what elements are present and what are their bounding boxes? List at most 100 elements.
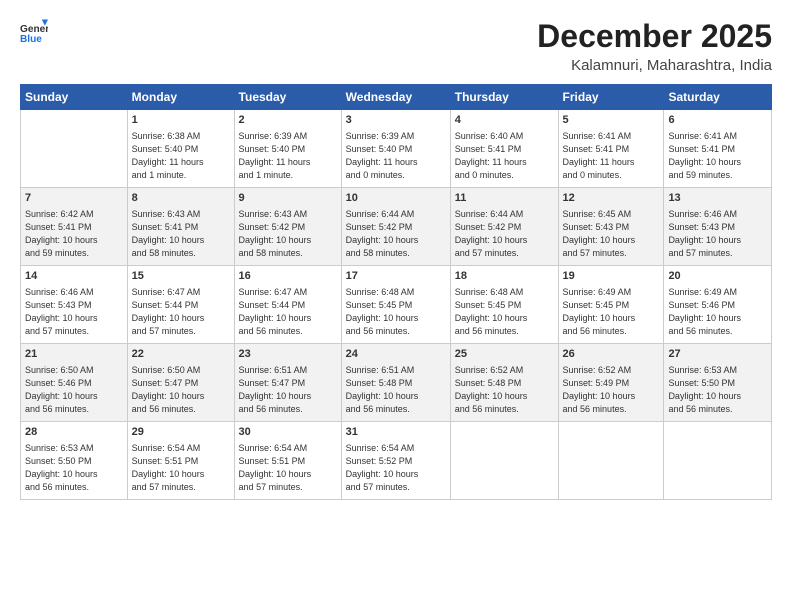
day-number: 5: [563, 113, 660, 129]
day-info-line: and 56 minutes.: [25, 481, 123, 494]
day-info-line: Sunset: 5:43 PM: [563, 221, 660, 234]
day-info-line: and 58 minutes.: [346, 247, 446, 260]
day-info-line: Sunrise: 6:39 AM: [346, 130, 446, 143]
day-info-line: Sunset: 5:40 PM: [239, 143, 337, 156]
day-info-line: Sunrise: 6:51 AM: [239, 364, 337, 377]
day-info-line: Daylight: 10 hours: [239, 390, 337, 403]
day-info-line: Sunset: 5:52 PM: [346, 455, 446, 468]
day-info-line: Sunset: 5:41 PM: [563, 143, 660, 156]
day-info-line: Sunrise: 6:43 AM: [239, 208, 337, 221]
calendar-cell: 2Sunrise: 6:39 AMSunset: 5:40 PMDaylight…: [234, 110, 341, 188]
day-number: 18: [455, 269, 554, 285]
day-info-line: Daylight: 11 hours: [563, 156, 660, 169]
day-info-line: Daylight: 10 hours: [132, 468, 230, 481]
day-info-line: Sunrise: 6:44 AM: [346, 208, 446, 221]
day-header-sunday: Sunday: [21, 85, 128, 110]
day-info-line: Sunset: 5:41 PM: [668, 143, 767, 156]
day-info-line: and 57 minutes.: [132, 481, 230, 494]
day-info-line: Sunrise: 6:44 AM: [455, 208, 554, 221]
calendar-cell: 15Sunrise: 6:47 AMSunset: 5:44 PMDayligh…: [127, 266, 234, 344]
day-info-line: Sunset: 5:40 PM: [132, 143, 230, 156]
title-block: December 2025 Kalamnuri, Maharashtra, In…: [537, 18, 772, 74]
day-info-line: Sunrise: 6:47 AM: [239, 286, 337, 299]
calendar-week-row: 1Sunrise: 6:38 AMSunset: 5:40 PMDaylight…: [21, 110, 772, 188]
day-info-line: Sunrise: 6:53 AM: [668, 364, 767, 377]
calendar-cell: 6Sunrise: 6:41 AMSunset: 5:41 PMDaylight…: [664, 110, 772, 188]
calendar-cell: [664, 422, 772, 500]
day-number: 27: [668, 347, 767, 363]
calendar-cell: 18Sunrise: 6:48 AMSunset: 5:45 PMDayligh…: [450, 266, 558, 344]
day-info-line: Daylight: 10 hours: [346, 234, 446, 247]
day-info-line: Sunrise: 6:52 AM: [455, 364, 554, 377]
day-info-line: Daylight: 10 hours: [132, 234, 230, 247]
day-info-line: Daylight: 10 hours: [346, 390, 446, 403]
day-number: 23: [239, 347, 337, 363]
calendar-cell: 7Sunrise: 6:42 AMSunset: 5:41 PMDaylight…: [21, 188, 128, 266]
day-info-line: and 56 minutes.: [132, 403, 230, 416]
day-number: 19: [563, 269, 660, 285]
day-info-line: Daylight: 10 hours: [25, 468, 123, 481]
day-info-line: Daylight: 10 hours: [563, 390, 660, 403]
day-number: 26: [563, 347, 660, 363]
calendar-header-row: SundayMondayTuesdayWednesdayThursdayFrid…: [21, 85, 772, 110]
day-info-line: Daylight: 10 hours: [239, 468, 337, 481]
day-info-line: Daylight: 10 hours: [455, 312, 554, 325]
day-info-line: Sunset: 5:45 PM: [563, 299, 660, 312]
calendar-cell: 19Sunrise: 6:49 AMSunset: 5:45 PMDayligh…: [558, 266, 664, 344]
location-title: Kalamnuri, Maharashtra, India: [537, 57, 772, 74]
day-info-line: and 56 minutes.: [346, 325, 446, 338]
day-info-line: Daylight: 10 hours: [668, 312, 767, 325]
day-info-line: and 56 minutes.: [455, 403, 554, 416]
day-info-line: Daylight: 10 hours: [25, 390, 123, 403]
day-number: 16: [239, 269, 337, 285]
calendar-week-row: 28Sunrise: 6:53 AMSunset: 5:50 PMDayligh…: [21, 422, 772, 500]
day-header-friday: Friday: [558, 85, 664, 110]
calendar-cell: 27Sunrise: 6:53 AMSunset: 5:50 PMDayligh…: [664, 344, 772, 422]
day-number: 2: [239, 113, 337, 129]
day-info-line: and 0 minutes.: [563, 169, 660, 182]
day-info-line: Sunrise: 6:46 AM: [25, 286, 123, 299]
day-info-line: Daylight: 10 hours: [346, 312, 446, 325]
day-info-line: Daylight: 11 hours: [455, 156, 554, 169]
day-info-line: and 56 minutes.: [346, 403, 446, 416]
day-number: 20: [668, 269, 767, 285]
day-info-line: Sunrise: 6:53 AM: [25, 442, 123, 455]
calendar-cell: 25Sunrise: 6:52 AMSunset: 5:48 PMDayligh…: [450, 344, 558, 422]
day-number: 10: [346, 191, 446, 207]
day-info-line: Daylight: 11 hours: [239, 156, 337, 169]
day-info-line: Daylight: 10 hours: [132, 390, 230, 403]
calendar-cell: 31Sunrise: 6:54 AMSunset: 5:52 PMDayligh…: [341, 422, 450, 500]
day-info-line: Daylight: 10 hours: [239, 312, 337, 325]
day-info-line: Daylight: 10 hours: [25, 312, 123, 325]
day-info-line: Daylight: 10 hours: [668, 390, 767, 403]
day-info-line: and 1 minute.: [239, 169, 337, 182]
logo: General Blue: [20, 18, 50, 46]
day-info-line: Daylight: 10 hours: [455, 234, 554, 247]
day-number: 6: [668, 113, 767, 129]
calendar-cell: 1Sunrise: 6:38 AMSunset: 5:40 PMDaylight…: [127, 110, 234, 188]
calendar-cell: 10Sunrise: 6:44 AMSunset: 5:42 PMDayligh…: [341, 188, 450, 266]
calendar-cell: 23Sunrise: 6:51 AMSunset: 5:47 PMDayligh…: [234, 344, 341, 422]
day-info-line: Sunrise: 6:54 AM: [346, 442, 446, 455]
day-info-line: Sunrise: 6:49 AM: [563, 286, 660, 299]
day-info-line: Sunset: 5:46 PM: [668, 299, 767, 312]
calendar-cell: 22Sunrise: 6:50 AMSunset: 5:47 PMDayligh…: [127, 344, 234, 422]
day-info-line: Sunrise: 6:50 AM: [25, 364, 123, 377]
calendar-cell: 12Sunrise: 6:45 AMSunset: 5:43 PMDayligh…: [558, 188, 664, 266]
day-info-line: and 58 minutes.: [132, 247, 230, 260]
day-info-line: Sunrise: 6:51 AM: [346, 364, 446, 377]
day-info-line: Daylight: 10 hours: [25, 234, 123, 247]
day-number: 17: [346, 269, 446, 285]
day-info-line: Sunset: 5:46 PM: [25, 377, 123, 390]
day-info-line: and 57 minutes.: [455, 247, 554, 260]
day-info-line: Sunset: 5:45 PM: [455, 299, 554, 312]
calendar-cell: 17Sunrise: 6:48 AMSunset: 5:45 PMDayligh…: [341, 266, 450, 344]
day-number: 22: [132, 347, 230, 363]
calendar-cell: 13Sunrise: 6:46 AMSunset: 5:43 PMDayligh…: [664, 188, 772, 266]
day-info-line: Sunset: 5:44 PM: [132, 299, 230, 312]
day-info-line: and 0 minutes.: [455, 169, 554, 182]
day-info-line: Daylight: 10 hours: [346, 468, 446, 481]
day-info-line: and 56 minutes.: [239, 403, 337, 416]
day-number: 1: [132, 113, 230, 129]
day-info-line: Sunrise: 6:48 AM: [346, 286, 446, 299]
